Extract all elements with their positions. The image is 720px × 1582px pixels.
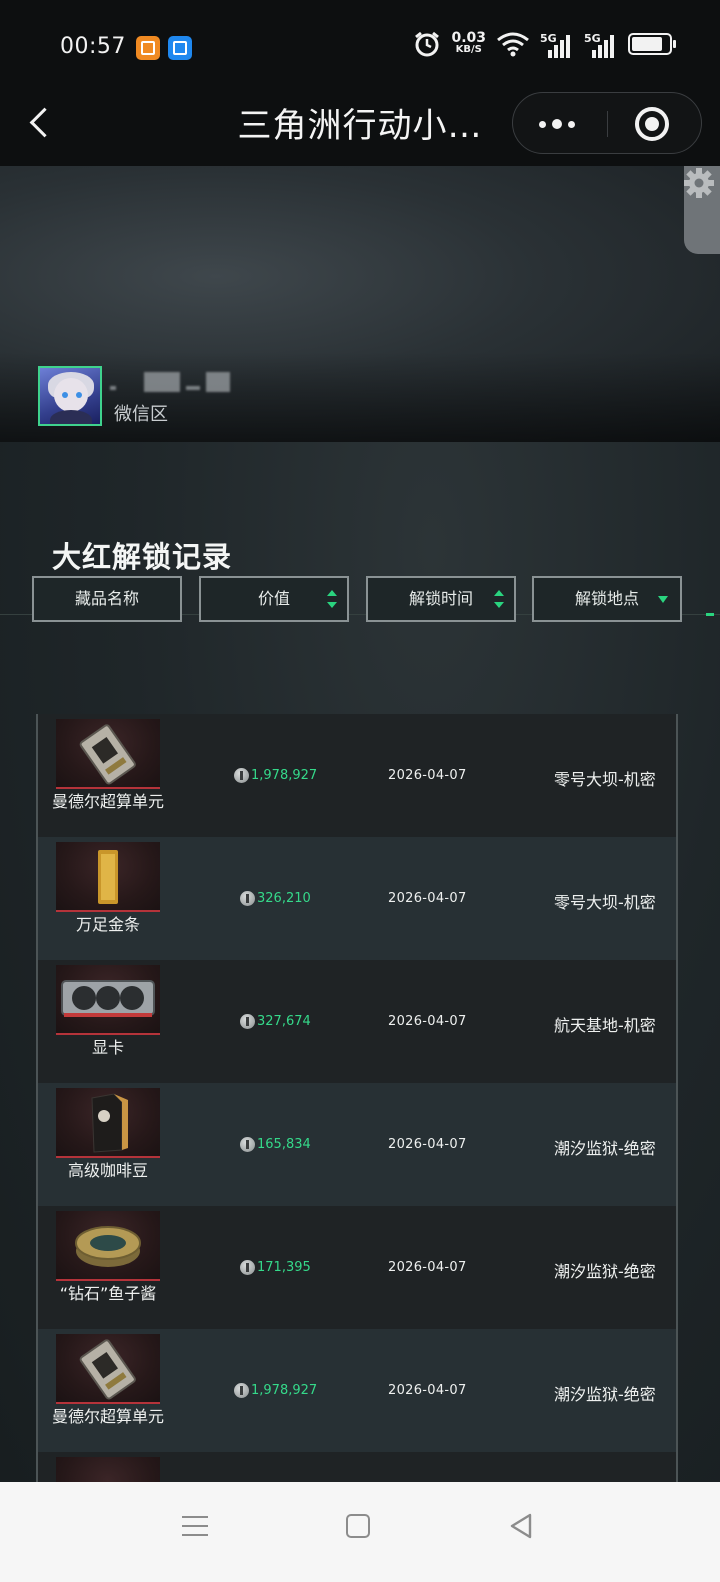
notification-app-icon-2: [168, 36, 192, 60]
alarm-icon: [415, 31, 440, 57]
unlock-location: 航天基地-机密: [554, 1016, 656, 1035]
nav-back-icon[interactable]: [508, 1512, 536, 1540]
unlock-date: 2026-04-07: [388, 1260, 467, 1275]
capsule-divider: [607, 111, 608, 137]
item-value: 171,395: [240, 1260, 311, 1275]
item-name: 万足金条: [75, 915, 140, 934]
item-value-amount: 171,395: [257, 1260, 311, 1275]
item-name: 曼德尔超算单元: [51, 792, 164, 811]
graphics-card-icon: [61, 980, 155, 1017]
unlock-location: 潮汐监狱-绝密: [554, 1385, 656, 1404]
settings-tab[interactable]: [684, 166, 720, 254]
item-value-amount: 165,834: [257, 1137, 311, 1152]
net-speed: 0.03 KB/S: [451, 31, 486, 56]
system-nav-bar: [0, 1482, 720, 1582]
caviar-tin-icon: [75, 1226, 141, 1267]
item-name: “钻石”鱼子酱: [59, 1284, 157, 1303]
unlock-date: 2026-04-07: [388, 1137, 467, 1152]
table-row: 高级咖啡豆 165,834 2026-04-07 潮汐监狱-绝密: [38, 1083, 676, 1206]
filter-location-dropdown[interactable]: 解锁地点: [532, 576, 682, 622]
table-row: 显卡 327,674 2026-04-07 航天基地-机密: [38, 960, 676, 1083]
item-name: 高级咖啡豆: [67, 1161, 148, 1180]
mini-program-title-bar: 三角洲行动小…: [0, 80, 720, 166]
sort-time-label: 解锁时间: [408, 589, 473, 608]
item-thumbnail: [56, 1457, 160, 1482]
profile-banner: 微信区: [0, 166, 720, 442]
coin-icon: [234, 768, 249, 783]
unlock-date: 2026-04-07: [388, 891, 467, 906]
item-thumbnail: [56, 842, 160, 912]
item-value: 1,978,927: [234, 1383, 317, 1398]
back-icon[interactable]: [26, 102, 56, 142]
unlock-record-section: 大红解锁记录 藏品名称 价值 解锁时间 解锁地点 曼德尔超算单元 1,978,9…: [0, 442, 720, 1482]
unlock-location: 零号大坝-机密: [554, 893, 656, 912]
supercomputer-unit-icon: [79, 1339, 136, 1400]
status-time: 00:57: [60, 34, 126, 59]
unlock-date: 2026-04-07: [388, 768, 467, 783]
table-row: 万足金条 326,210 2026-04-07 零号大坝-机密: [38, 837, 676, 960]
record-table[interactable]: 曼德尔超算单元 1,978,927 2026-04-07 零号大坝-机密 万足金…: [36, 714, 678, 1482]
table-row: “钻石”鱼子酱 171,395 2026-04-07 潮汐监狱-绝密: [38, 1206, 676, 1329]
unlock-date: 2026-04-07: [388, 1014, 467, 1029]
sort-icon: [327, 590, 337, 608]
item-thumbnail: [56, 1211, 160, 1281]
sort-value-label: 价值: [257, 589, 290, 608]
table-row: 曼德尔超算单元 1,978,927 2026-04-07 潮汐监狱-绝密: [38, 1329, 676, 1452]
filter-location-label: 解锁地点: [574, 589, 639, 608]
coin-icon: [234, 1383, 249, 1398]
cell-signal-2: 5G: [584, 30, 618, 58]
zone-label: 微信区: [114, 404, 168, 425]
section-title: 大红解锁记录: [52, 540, 233, 574]
blurred-username: [110, 372, 240, 394]
item-value: 165,834: [240, 1137, 311, 1152]
item-thumbnail: [56, 719, 160, 789]
menu-icon[interactable]: [182, 1514, 208, 1538]
item-thumbnail: [56, 1334, 160, 1404]
item-thumbnail: [56, 1088, 160, 1158]
net-speed-unit: KB/S: [455, 44, 482, 55]
home-icon[interactable]: [346, 1514, 370, 1538]
gear-icon[interactable]: [682, 166, 716, 200]
item-thumbnail: [56, 965, 160, 1035]
mini-program-capsule: [512, 92, 702, 154]
item-value-amount: 327,674: [257, 1014, 311, 1029]
item-value: 327,674: [240, 1014, 311, 1029]
filter-item-name[interactable]: 藏品名称: [32, 576, 182, 622]
item-value: 1,978,927: [234, 768, 317, 783]
coin-icon: [240, 891, 255, 906]
page-title: 三角洲行动小…: [237, 106, 483, 146]
supercomputer-unit-icon: [79, 724, 136, 785]
table-row: 曼德尔超算单元 1,978,927 2026-04-07 零号大坝-机密: [38, 714, 676, 837]
unlock-location: 潮汐监狱-绝密: [554, 1262, 656, 1281]
wifi-icon: [497, 32, 529, 57]
item-value-amount: 1,978,927: [251, 1383, 318, 1398]
more-icon[interactable]: [539, 119, 575, 129]
sort-time-button[interactable]: 解锁时间: [366, 576, 516, 622]
item-value-amount: 326,210: [257, 891, 311, 906]
item-name: 显卡: [91, 1038, 124, 1057]
avatar[interactable]: [38, 366, 102, 426]
gold-bar-icon: [98, 850, 118, 904]
unlock-location: 零号大坝-机密: [554, 770, 656, 789]
target-icon[interactable]: [635, 107, 669, 141]
coffee-beans-icon: [91, 1093, 128, 1153]
item-value: 326,210: [240, 891, 311, 906]
caret-down-icon: [658, 596, 668, 603]
item-value-amount: 1,978,927: [251, 768, 318, 783]
coin-icon: [240, 1014, 255, 1029]
battery-icon: [628, 33, 676, 55]
coin-icon: [240, 1137, 255, 1152]
table-row-partial: [38, 1452, 676, 1482]
filter-item-name-label: 藏品名称: [74, 589, 139, 608]
item-name: 曼德尔超算单元: [51, 1407, 164, 1426]
notification-app-icon: [136, 36, 160, 60]
coin-icon: [240, 1260, 255, 1275]
cell-signal-1: 5G: [540, 30, 574, 58]
status-indicators: 0.03 KB/S 5G 5G: [413, 30, 676, 58]
sort-icon: [494, 590, 504, 608]
unlock-date: 2026-04-07: [388, 1383, 467, 1398]
unlock-location: 潮汐监狱-绝密: [554, 1139, 656, 1158]
banner-shade: [0, 352, 720, 442]
sort-value-button[interactable]: 价值: [199, 576, 349, 622]
